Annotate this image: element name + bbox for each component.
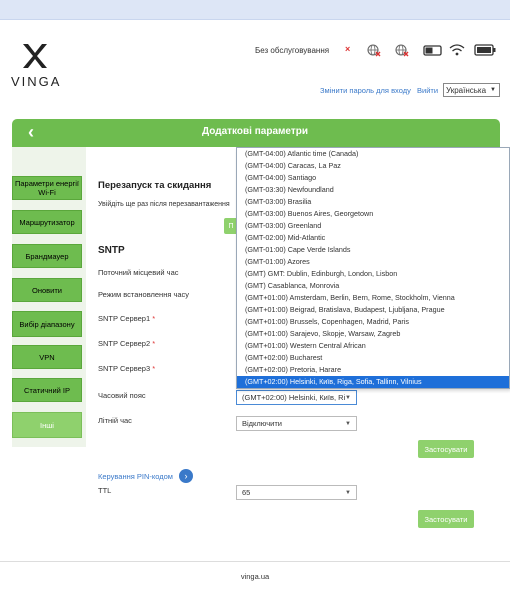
chevron-down-icon: ▼	[345, 489, 351, 496]
local-time-label: Поточний місцевий час	[98, 268, 179, 277]
timezone-option[interactable]: (GMT-02:00) Mid-Atlantic	[237, 232, 509, 244]
timezone-option[interactable]: (GMT) Casablanca, Monrovia	[237, 280, 509, 292]
reboot-section-title: Перезапуск та скидання	[98, 180, 212, 191]
timezone-option[interactable]: (GMT-03:00) Buenos Aires, Georgetown	[237, 208, 509, 220]
ttl-label: TTL	[98, 486, 112, 495]
logout-link[interactable]: Вийти	[417, 86, 438, 95]
dst-select[interactable]: Відключити ▼	[236, 416, 357, 431]
timezone-option[interactable]: (GMT+01:00) Brussels, Copenhagen, Madrid…	[237, 316, 509, 328]
chevron-down-icon: ▼	[345, 420, 351, 427]
language-select[interactable]: Українська ▼	[443, 83, 500, 97]
toggle-icon	[423, 45, 442, 56]
globe-off-icon	[367, 44, 381, 57]
timezone-option[interactable]: (GMT-03:30) Newfoundland	[237, 184, 509, 196]
footer-divider	[0, 561, 510, 562]
timezone-options: (GMT-04:00) Atlantic time (Canada) (GMT-0…	[237, 148, 509, 388]
timezone-option[interactable]: (GMT+01:00) Sarajevo, Skopje, Warsaw, Za…	[237, 328, 509, 340]
timezone-option[interactable]: (GMT+02:00) Helsinki, Київ, Riga, Sofia,…	[237, 376, 509, 388]
sidebar-item-label: Інші	[40, 420, 54, 430]
sntp-server2-label: SNTP Сервер2 *	[98, 339, 155, 348]
required-mark: *	[152, 314, 156, 323]
sidebar-item-other[interactable]: Інші	[12, 412, 82, 438]
sntp-server3-text: SNTP Сервер3	[98, 364, 151, 373]
battery-icon	[474, 44, 496, 56]
sidebar-item-update[interactable]: Оновити	[12, 278, 82, 302]
sidebar-item-router[interactable]: Маршрутизатор	[12, 210, 82, 234]
sntp-server2-text: SNTP Сервер2	[98, 339, 151, 348]
sidebar-item-vpn[interactable]: VPN	[12, 345, 82, 369]
timezone-option[interactable]: (GMT+01:00) Beigrad, Bratislava, Budapes…	[237, 304, 509, 316]
wifi-icon	[449, 44, 465, 56]
language-value: Українська	[446, 85, 487, 95]
dst-select-value: Відключити	[242, 419, 282, 428]
sntp-server1-text: SNTP Сервер1	[98, 314, 151, 323]
sntp-server1-label: SNTP Сервер1 *	[98, 314, 155, 323]
timezone-select[interactable]: (GMT+02:00) Helsinki, Київ, Riga ▼	[236, 390, 357, 405]
footer-site-link[interactable]: vinga.ua	[0, 572, 510, 581]
timezone-option[interactable]: (GMT+01:00) Western Central African	[237, 340, 509, 352]
timezone-option[interactable]: (GMT-01:00) Azores	[237, 256, 509, 268]
pin-management-link[interactable]: Керування PIN-кодом	[98, 472, 173, 481]
service-status: Без обслуговування	[255, 46, 330, 55]
timezone-dropdown-list[interactable]: (GMT-04:00) Atlantic time (Canada) (GMT-0…	[236, 147, 510, 389]
chevron-down-icon: ▼	[345, 394, 351, 401]
sidebar-item-label: Вибір діапазону	[19, 319, 75, 329]
sntp-section-title: SNTP	[98, 245, 125, 256]
timezone-label: Часовий пояс	[98, 391, 146, 400]
dst-label: Літній час	[98, 416, 132, 425]
ttl-select-value: 65	[242, 488, 251, 497]
required-mark: *	[152, 364, 156, 373]
timezone-option[interactable]: (GMT-04:00) Santiago	[237, 172, 509, 184]
brand-name: VINGA	[11, 74, 62, 89]
sidebar-item-label: Статичний IP	[24, 385, 70, 395]
reboot-hint: Увійдіть ще раз після перезавантаження	[98, 201, 230, 208]
timezone-option[interactable]: (GMT+01:00) Amsterdam, Berlin, Bern, Rom…	[237, 292, 509, 304]
time-mode-label: Режим встановлення часу	[98, 290, 190, 299]
required-mark: *	[152, 339, 156, 348]
vinga-logo-icon	[23, 44, 47, 68]
timezone-option[interactable]: (GMT-01:00) Cape Verde Islands	[237, 244, 509, 256]
timezone-option[interactable]: (GMT-04:00) Caracas, La Paz	[237, 160, 509, 172]
pin-apply-button[interactable]: Застосувати	[418, 510, 474, 528]
sidebar-item-label: Оновити	[32, 285, 62, 295]
no-signal-icon: ×	[345, 44, 351, 54]
change-password-link[interactable]: Змінити пароль для входу	[320, 86, 411, 95]
sntp-server3-label: SNTP Сервер3 *	[98, 364, 155, 373]
sidebar-item-label: Маршрутизатор	[19, 217, 75, 227]
sidebar-item-wifi-power[interactable]: Параметри енергії Wi-Fi	[12, 176, 82, 200]
sidebar-item-band-select[interactable]: Вибір діапазону	[12, 311, 82, 337]
timezone-select-value: (GMT+02:00) Helsinki, Київ, Riga	[242, 393, 346, 402]
timezone-option[interactable]: (GMT+02:00) Pretoria, Harare	[237, 364, 509, 376]
pin-arrow-button[interactable]: ›	[179, 469, 193, 483]
sidebar-item-static-ip[interactable]: Статичний IP	[12, 378, 82, 402]
timezone-option[interactable]: (GMT-03:00) Brasilia	[237, 196, 509, 208]
ttl-select[interactable]: 65 ▼	[236, 485, 357, 500]
sntp-apply-button[interactable]: Застосувати	[418, 440, 474, 458]
chevron-down-icon: ▼	[490, 87, 496, 93]
sidebar-item-label: VPN	[39, 352, 55, 362]
sidebar-item-firewall[interactable]: Брандмауер	[12, 244, 82, 268]
timezone-option[interactable]: (GMT+02:00) Bucharest	[237, 352, 509, 364]
timezone-option[interactable]: (GMT) GMT: Dublin, Edinburgh, London, Li…	[237, 268, 509, 280]
sidebar-item-label: Параметри енергії Wi-Fi	[14, 179, 79, 197]
timezone-option[interactable]: (GMT-03:00) Greenland	[237, 220, 509, 232]
globe-off-icon-2	[395, 44, 409, 57]
timezone-option[interactable]: (GMT-04:00) Atlantic time (Canada)	[237, 148, 509, 160]
browser-top-strip	[0, 0, 510, 20]
sidebar-item-label: Брандмауер	[25, 251, 69, 261]
page-title: Додаткові параметри	[202, 126, 308, 137]
